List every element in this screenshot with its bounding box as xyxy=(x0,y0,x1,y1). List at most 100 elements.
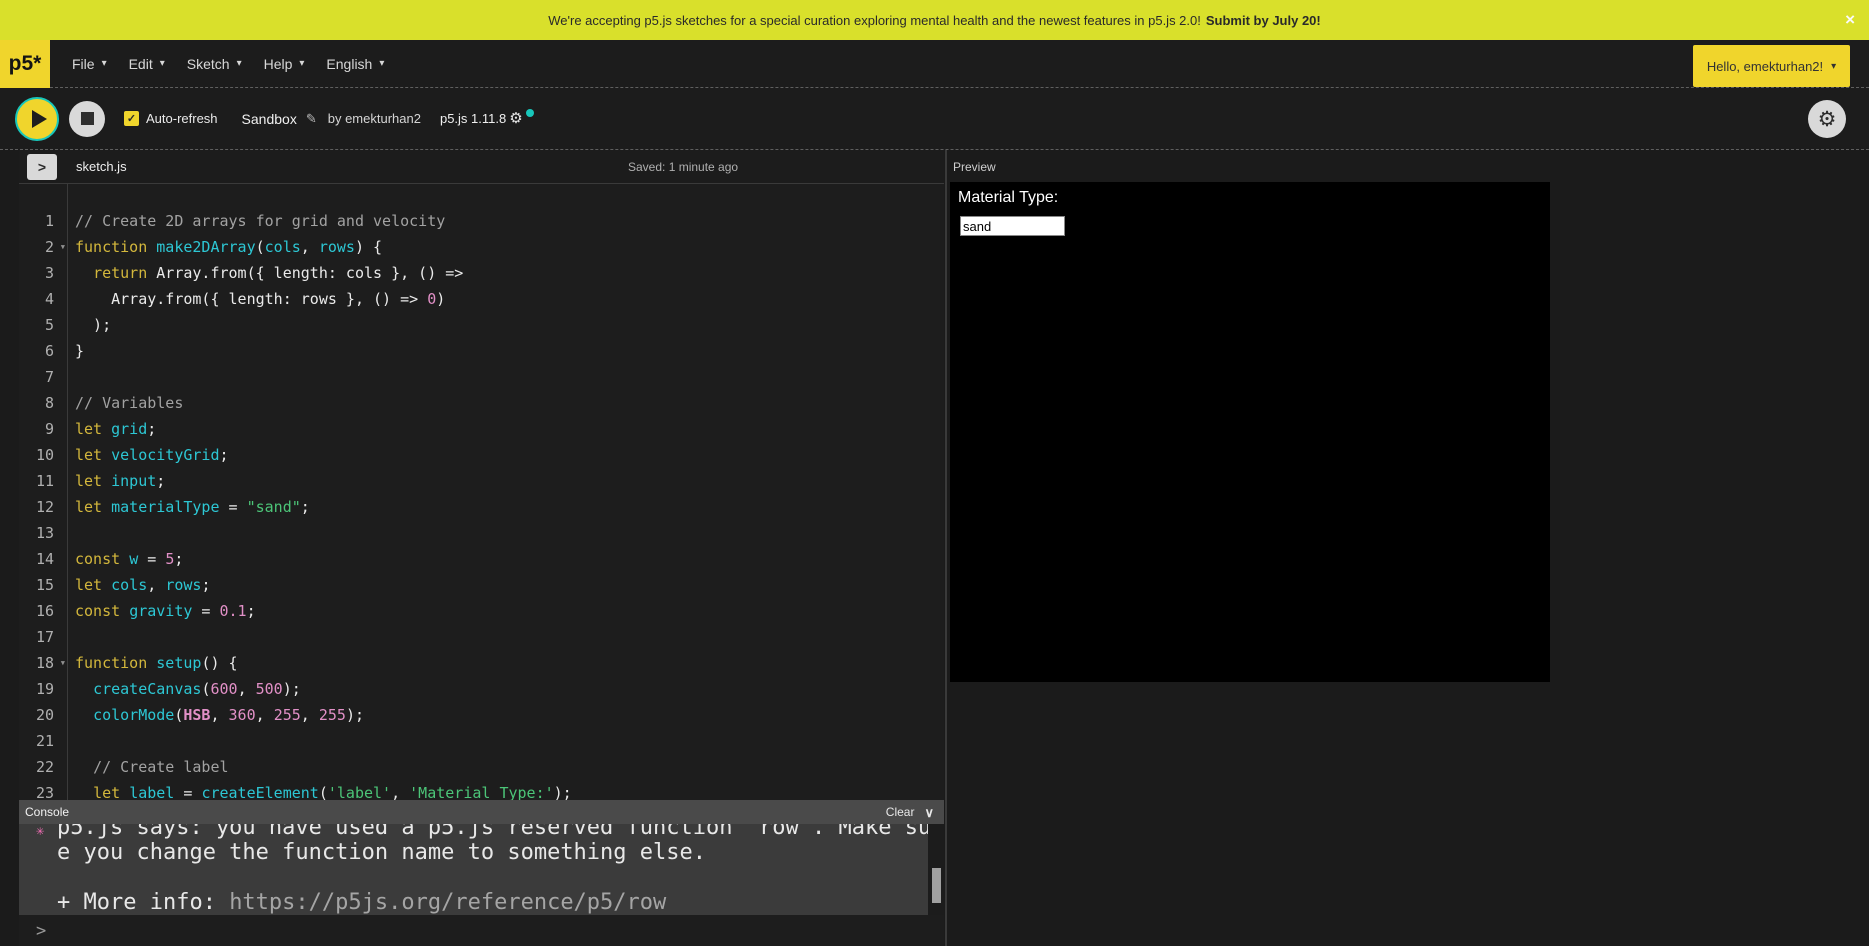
code-line[interactable]: 12let materialType = "sand"; xyxy=(19,494,944,520)
code-token: velocityGrid xyxy=(111,446,219,464)
code-token: , xyxy=(301,706,319,724)
code-token: 500 xyxy=(256,680,283,698)
code-line[interactable]: 4 Array.from({ length: rows }, () => 0) xyxy=(19,286,944,312)
code-line[interactable]: 21 xyxy=(19,728,944,754)
code-token xyxy=(120,784,129,800)
code-token xyxy=(120,602,129,620)
code-token: ; xyxy=(156,472,165,490)
code-token: w xyxy=(129,550,138,568)
fold-arrow-icon[interactable]: ▼ xyxy=(61,234,65,260)
material-type-input[interactable] xyxy=(960,216,1065,236)
code-line[interactable]: 10let velocityGrid; xyxy=(19,442,944,468)
code-line[interactable]: 15let cols, rows; xyxy=(19,572,944,598)
line-number: 19 xyxy=(19,676,67,702)
code-line[interactable]: 2▼function make2DArray(cols, rows) { xyxy=(19,234,944,260)
code-token: , xyxy=(391,784,409,800)
line-number: 22 xyxy=(19,754,67,780)
code-line[interactable]: 23 let label = createElement('label', 'M… xyxy=(19,780,944,800)
code-token: setup xyxy=(156,654,201,672)
gear-icon: ⚙ xyxy=(1818,107,1837,132)
console-input-row[interactable]: > xyxy=(19,915,944,946)
code-token: materialType xyxy=(111,498,219,516)
menu-file[interactable]: File ▾ xyxy=(72,56,107,72)
code-text: let label = createElement('label', 'Mate… xyxy=(67,780,572,800)
menu-help[interactable]: Help ▾ xyxy=(264,56,305,72)
sketch-canvas[interactable]: Material Type: xyxy=(950,182,1550,682)
sidebar-expand-button[interactable]: > xyxy=(27,154,57,180)
console-clear-button[interactable]: Clear xyxy=(886,805,915,819)
code-line[interactable]: 5 ); xyxy=(19,312,944,338)
code-line[interactable]: 18▼function setup() { xyxy=(19,650,944,676)
console-link[interactable]: https://p5js.org/reference/p5/row xyxy=(229,890,666,915)
code-token: input xyxy=(111,472,156,490)
console-scrollbar-thumb[interactable] xyxy=(932,868,941,903)
menu-language[interactable]: English ▾ xyxy=(326,56,384,72)
gutter-divider xyxy=(67,184,68,800)
code-line[interactable]: 11let input; xyxy=(19,468,944,494)
play-button[interactable] xyxy=(15,97,59,141)
code-line[interactable]: 13 xyxy=(19,520,944,546)
code-text: const gravity = 0.1; xyxy=(67,598,256,624)
code-line[interactable]: 3 return Array.from({ length: cols }, ()… xyxy=(19,260,944,286)
menu-sketch[interactable]: Sketch ▾ xyxy=(187,56,242,72)
code-line[interactable]: 16const gravity = 0.1; xyxy=(19,598,944,624)
chevron-down-icon: ▾ xyxy=(299,58,304,69)
code-token: cols xyxy=(111,576,147,594)
gear-icon[interactable]: ⚙ xyxy=(509,111,522,126)
code-token xyxy=(75,706,93,724)
fold-arrow-icon[interactable]: ▼ xyxy=(61,650,65,676)
p5-logo[interactable]: p5* xyxy=(0,40,50,88)
console-scrollbar[interactable] xyxy=(928,824,944,915)
code-line[interactable]: 22 // Create label xyxy=(19,754,944,780)
code-text xyxy=(67,364,75,390)
menubar: p5* File ▾ Edit ▾ Sketch ▾ Help ▾ Englis… xyxy=(0,40,1869,88)
code-editor[interactable]: 1// Create 2D arrays for grid and veloci… xyxy=(19,184,944,800)
code-line[interactable]: 14const w = 5; xyxy=(19,546,944,572)
code-token: ; xyxy=(220,446,229,464)
line-number: 16 xyxy=(19,598,67,624)
code-token xyxy=(75,680,93,698)
editor-pane: > sketch.js Saved: 1 minute ago 1// Crea… xyxy=(19,150,944,946)
code-line[interactable]: 20 colorMode(HSB, 360, 255, 255); xyxy=(19,702,944,728)
code-line[interactable]: 9let grid; xyxy=(19,416,944,442)
auto-refresh-checkbox[interactable]: ✓ xyxy=(124,111,139,126)
close-icon[interactable]: × xyxy=(1845,0,1855,40)
code-line[interactable]: 1// Create 2D arrays for grid and veloci… xyxy=(19,208,944,234)
code-token xyxy=(147,654,156,672)
code-token: rows xyxy=(319,238,355,256)
pane-resize-handle[interactable] xyxy=(945,150,947,946)
preferences-button[interactable]: ⚙ xyxy=(1808,100,1846,138)
line-number: 23 xyxy=(19,780,67,800)
code-token xyxy=(75,758,93,776)
code-text: Array.from({ length: rows }, () => 0) xyxy=(67,286,445,312)
line-number: 18▼ xyxy=(19,650,67,676)
banner-cta[interactable]: Submit by July 20! xyxy=(1206,13,1321,28)
code-token xyxy=(75,264,93,282)
code-line[interactable]: 7 xyxy=(19,364,944,390)
editor-header: > sketch.js Saved: 1 minute ago xyxy=(19,150,944,184)
code-text xyxy=(67,728,75,754)
code-token: "sand" xyxy=(247,498,301,516)
code-token: Array.from({ length: rows }, () => xyxy=(75,290,427,308)
line-number: 3 xyxy=(19,260,67,286)
tab-sketch-js[interactable]: sketch.js xyxy=(76,150,127,183)
code-line[interactable]: 17 xyxy=(19,624,944,650)
code-token: 255 xyxy=(274,706,301,724)
stop-button[interactable] xyxy=(69,101,105,137)
code-token: ); xyxy=(554,784,572,800)
code-token: let xyxy=(75,420,102,438)
code-token: HSB xyxy=(183,706,210,724)
console-collapse-icon[interactable]: ∨ xyxy=(924,806,934,819)
edit-pencil-icon[interactable]: ✎ xyxy=(306,111,317,127)
code-line[interactable]: 6} xyxy=(19,338,944,364)
code-token: Array.from({ length: cols }, () => xyxy=(147,264,463,282)
console-message: + More info: https://p5js.org/reference/… xyxy=(57,890,928,915)
code-line[interactable]: 19 createCanvas(600, 500); xyxy=(19,676,944,702)
code-token: // Create 2D arrays for grid and velocit… xyxy=(75,212,445,230)
play-icon xyxy=(32,110,47,128)
menu-edit[interactable]: Edit ▾ xyxy=(129,56,165,72)
code-text: let materialType = "sand"; xyxy=(67,494,310,520)
account-dropdown-button[interactable]: Hello, emekturhan2! ▾ xyxy=(1693,45,1850,87)
code-token: createElement xyxy=(201,784,318,800)
code-line[interactable]: 8// Variables xyxy=(19,390,944,416)
